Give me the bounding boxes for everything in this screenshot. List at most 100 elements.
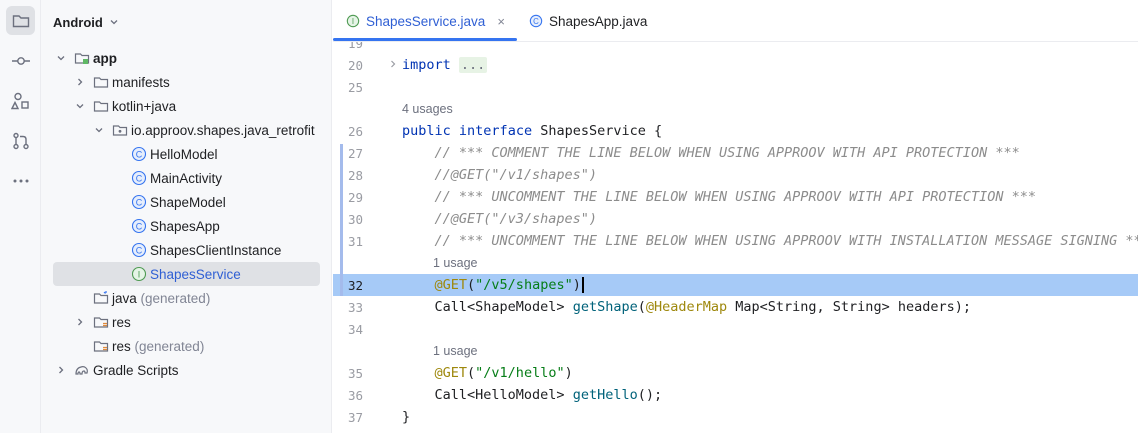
project-view-label: Android <box>53 14 103 30</box>
tab-label: ShapesService.java <box>366 13 486 29</box>
tree-node-shapesclientinstance[interactable]: C ShapesClientInstance <box>53 238 320 262</box>
class-icon: C <box>131 242 147 258</box>
string-literal: "/v1/hello" <box>475 365 565 381</box>
tool-window-strip <box>0 0 41 433</box>
usages-hint[interactable]: 1 usage <box>433 256 477 270</box>
folded-imports[interactable]: ... <box>458 57 488 73</box>
line-number: 29 <box>347 190 363 205</box>
pull-requests-icon[interactable] <box>6 126 35 155</box>
tree-node-res[interactable]: res <box>53 310 320 334</box>
chevron-down-icon <box>110 20 118 25</box>
line-number: 36 <box>347 388 363 403</box>
tree-label: ShapeModel <box>150 194 226 210</box>
tree-node-kotlin-java[interactable]: kotlin+java <box>53 94 320 118</box>
tab-shapesapp-java[interactable]: C ShapesApp.java <box>529 0 647 42</box>
tree-label: ShapesService <box>150 266 241 282</box>
interface-icon: I <box>131 266 147 282</box>
class-icon: C <box>131 146 147 162</box>
expanded-arrow-icon[interactable] <box>93 124 105 136</box>
line-number: 33 <box>347 300 363 315</box>
expanded-arrow-icon[interactable] <box>55 52 67 64</box>
tree-node-shapesapp[interactable]: C ShapesApp <box>53 214 320 238</box>
structure-icon[interactable] <box>6 86 35 115</box>
line-number: 20 <box>347 58 363 73</box>
tree-node-manifests[interactable]: manifests <box>53 70 320 94</box>
svg-text:C: C <box>136 245 143 255</box>
svg-text:C: C <box>136 173 143 183</box>
annotation: @GET <box>434 365 468 381</box>
tree-node-gradle-scripts[interactable]: Gradle Scripts <box>53 358 320 382</box>
code-text: ) <box>564 365 573 381</box>
tree-node-package[interactable]: io.approov.shapes.java_retrofit <box>53 118 320 142</box>
commit-icon[interactable] <box>6 46 35 75</box>
code-text: ( <box>637 299 646 315</box>
code-line: } <box>402 409 411 425</box>
tab-label: ShapesApp.java <box>549 13 648 29</box>
keyword: interface <box>458 123 533 139</box>
project-folder-icon[interactable] <box>6 6 35 35</box>
tree-node-shapemodel[interactable]: C ShapeModel <box>53 190 320 214</box>
module-folder-icon <box>74 50 90 66</box>
code-line: // *** UNCOMMENT THE LINE BELOW WHEN USI… <box>402 189 1036 205</box>
line-number: 32 <box>347 278 363 293</box>
svg-text:I: I <box>352 17 354 26</box>
interface-icon: I <box>346 14 360 28</box>
code-line: // *** UNCOMMENT THE LINE BELOW WHEN USI… <box>402 233 1138 249</box>
tree-node-mainactivity[interactable]: C MainActivity <box>53 166 320 190</box>
tree-label: ShapesClientInstance <box>150 242 282 258</box>
usages-hint[interactable]: 1 usage <box>433 344 477 358</box>
tree-label-group: java (generated) <box>112 291 210 306</box>
line-number: 26 <box>347 124 363 139</box>
more-icon[interactable] <box>6 166 35 195</box>
tree-label: ShapesApp <box>150 218 220 234</box>
code-text: ( <box>467 277 476 293</box>
keyword: import <box>402 57 451 73</box>
tree-node-hellomodel[interactable]: C HelloModel <box>53 142 320 166</box>
code-line: // *** COMMENT THE LINE BELOW WHEN USING… <box>402 145 1020 161</box>
svg-text:C: C <box>136 149 143 159</box>
tree-label-suffix: (generated) <box>136 290 211 306</box>
project-view-selector[interactable]: Android <box>53 12 119 32</box>
collapsed-arrow-icon[interactable] <box>55 364 67 376</box>
code-line: public interface ShapesService { <box>402 123 662 139</box>
project-panel: Android app manifests kotlin+java io.app… <box>41 0 332 433</box>
resources-folder-icon <box>93 338 109 354</box>
close-icon[interactable]: × <box>497 14 505 29</box>
code-text: Call<HelloModel> <box>434 387 573 403</box>
code-line: Call<HelloModel> getHello(); <box>402 387 663 403</box>
tree-label: MainActivity <box>150 170 223 186</box>
tree-label: manifests <box>112 74 170 90</box>
collapsed-arrow-icon[interactable] <box>74 316 86 328</box>
tree-label: Gradle Scripts <box>93 362 179 378</box>
tree-node-java-generated[interactable]: java (generated) <box>53 286 320 310</box>
line-number: 28 <box>347 168 363 183</box>
line-number: 25 <box>347 80 363 95</box>
tab-shapesservice-java[interactable]: I ShapesService.java × <box>346 0 505 42</box>
annotation: @GET <box>434 277 468 293</box>
code-text: (); <box>637 387 663 403</box>
tree-node-res-generated[interactable]: res (generated) <box>53 334 320 358</box>
resources-folder-icon <box>93 314 109 330</box>
tree-node-shapesservice[interactable]: I ShapesService <box>53 262 320 286</box>
tree-node-app[interactable]: app <box>53 46 320 70</box>
tree-label: app <box>93 50 118 66</box>
fold-expand-icon[interactable] <box>388 59 398 69</box>
expanded-arrow-icon[interactable] <box>74 100 86 112</box>
usages-hint[interactable]: 4 usages <box>402 102 453 116</box>
collapsed-arrow-icon[interactable] <box>74 76 86 88</box>
line-number: 31 <box>347 234 363 249</box>
annotation: @HeaderMap <box>645 299 728 315</box>
tree-label: HelloModel <box>150 146 218 162</box>
tree-label: res <box>112 314 131 330</box>
line-number: 35 <box>347 366 363 381</box>
package-folder-icon <box>112 122 128 138</box>
code-editor[interactable]: 19 20 25 26 27 28 29 30 31 32 33 34 35 3… <box>333 42 1138 433</box>
line-number: 34 <box>347 322 363 337</box>
text-caret <box>581 277 584 293</box>
svg-text:I: I <box>138 269 141 279</box>
line-number: 37 <box>347 410 363 425</box>
